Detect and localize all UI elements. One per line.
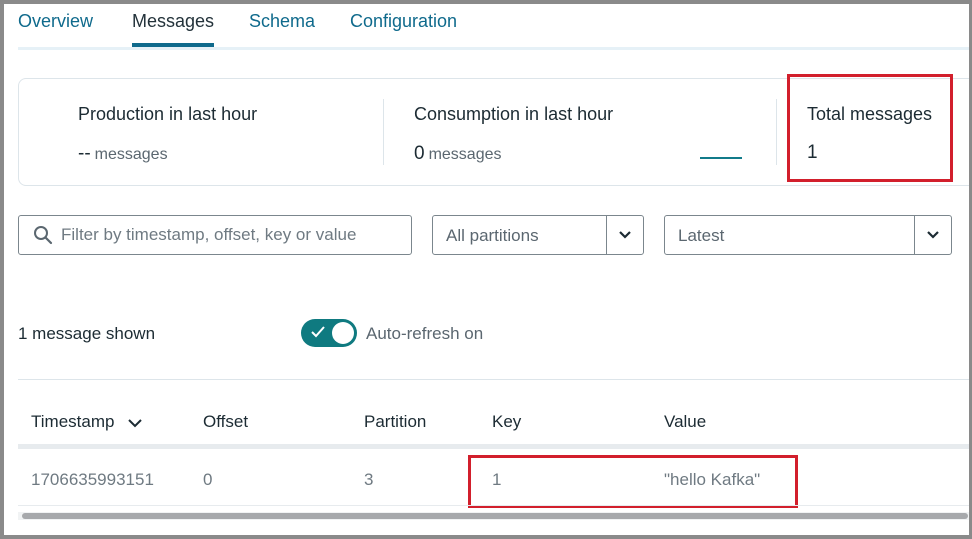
search-input[interactable] bbox=[61, 222, 401, 248]
check-icon bbox=[311, 326, 325, 338]
partition-select[interactable]: All partitions bbox=[432, 215, 644, 255]
messages-shown-count: 1 message shown bbox=[18, 324, 156, 343]
partition-dropdown-button[interactable] bbox=[606, 216, 643, 254]
production-unit: messages bbox=[94, 146, 168, 163]
table-row-divider bbox=[18, 505, 969, 506]
production-title: Production in last hour bbox=[78, 104, 258, 124]
toggle-knob bbox=[332, 322, 354, 344]
cell-partition: 3 bbox=[364, 470, 374, 489]
column-header-label: Timestamp bbox=[31, 412, 115, 431]
consumption-value: 0 messages bbox=[414, 143, 502, 165]
column-header-timestamp[interactable]: Timestamp bbox=[31, 412, 143, 432]
consumption-count: 0 bbox=[414, 143, 425, 164]
production-value: -- messages bbox=[78, 143, 168, 165]
offset-select-value: Latest bbox=[678, 226, 725, 245]
cell-offset: 0 bbox=[203, 470, 213, 489]
search-icon bbox=[34, 226, 53, 245]
consumption-sparkline bbox=[700, 157, 742, 159]
stats-divider bbox=[383, 99, 384, 165]
tab-configuration[interactable]: Configuration bbox=[350, 10, 457, 47]
auto-refresh-toggle[interactable] bbox=[301, 319, 357, 347]
table-top-border bbox=[18, 379, 969, 380]
sort-chevron-down-icon bbox=[128, 418, 142, 427]
auto-refresh-label: Auto-refresh on bbox=[366, 324, 484, 343]
production-count: -- bbox=[78, 143, 91, 164]
app-frame: Overview Messages Schema Configuration P… bbox=[0, 0, 972, 539]
consumption-title: Consumption in last hour bbox=[414, 104, 614, 124]
chevron-down-icon bbox=[927, 231, 939, 239]
horizontal-scrollbar[interactable] bbox=[18, 512, 969, 520]
column-header-partition: Partition bbox=[364, 412, 427, 431]
stats-divider bbox=[776, 99, 777, 165]
column-header-key: Key bbox=[492, 412, 522, 431]
tab-bar: Overview Messages Schema Configuration bbox=[18, 4, 969, 50]
offset-select[interactable]: Latest bbox=[664, 215, 952, 255]
table-header-divider bbox=[18, 444, 969, 449]
column-header-offset: Offset bbox=[203, 412, 249, 431]
offset-dropdown-button[interactable] bbox=[914, 216, 951, 254]
chevron-down-icon bbox=[619, 231, 631, 239]
cell-timestamp: 1706635993151 bbox=[31, 470, 154, 489]
highlight-box-key-value bbox=[468, 455, 798, 508]
tab-schema[interactable]: Schema bbox=[249, 10, 315, 47]
column-header-value: Value bbox=[664, 412, 707, 431]
highlight-box-total bbox=[787, 74, 953, 182]
scrollbar-thumb[interactable] bbox=[22, 513, 968, 519]
partition-select-value: All partitions bbox=[446, 226, 539, 245]
search-field[interactable] bbox=[18, 215, 412, 255]
consumption-unit: messages bbox=[428, 146, 502, 163]
tab-overview[interactable]: Overview bbox=[18, 10, 93, 47]
tab-messages[interactable]: Messages bbox=[132, 10, 215, 47]
